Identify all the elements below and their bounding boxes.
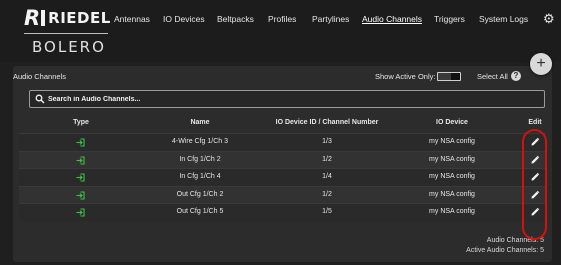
channel-type-icon	[76, 173, 85, 182]
edit-pencil-icon[interactable]	[530, 172, 540, 182]
device-channel-number: 1/2	[322, 155, 332, 163]
channel-type-icon	[76, 156, 85, 165]
channel-name: Out Cfg 1/Ch 5	[176, 208, 224, 216]
table-row[interactable]: In Cfg 1/Ch 2 1/2 my NSA config	[19, 150, 546, 169]
audio-channels-table: 4-Wire Cfg 1/Ch 3 1/3 my NSA config In Cfg …	[19, 133, 546, 221]
nav-system-logs[interactable]: System Logs	[479, 14, 528, 24]
nav-audio-channels[interactable]: Audio Channels	[362, 14, 422, 24]
io-device-name: my NSA config	[429, 138, 475, 145]
device-channel-number: 1/3	[322, 138, 332, 145]
channel-name: 4-Wire Cfg 1/Ch 3	[171, 138, 229, 145]
nav-beltpacks[interactable]: Beltpacks	[217, 14, 254, 24]
header-edit: Edit	[528, 119, 542, 126]
channel-type-icon	[76, 191, 85, 200]
header-io-device[interactable]: IO Device	[436, 119, 468, 126]
table-row[interactable]: 4-Wire Cfg 1/Ch 3 1/3 my NSA config	[19, 133, 546, 151]
nav-antennas[interactable]: Antennas	[114, 14, 150, 24]
channel-name: In Cfg 1/Ch 4	[179, 173, 221, 181]
header-device-channel[interactable]: IO Device ID / Channel Number	[276, 119, 379, 126]
table-row[interactable]: Out Cfg 1/Ch 5 1/5 my NSA config	[19, 203, 546, 221]
nav-io-devices[interactable]: IO Devices	[163, 14, 205, 24]
io-device-name: my NSA config	[429, 173, 475, 181]
add-audio-channel-button[interactable]: +	[530, 53, 552, 75]
header-name[interactable]: Name	[190, 119, 209, 126]
header-type[interactable]: Type	[73, 119, 89, 126]
riedel-bolero-logo: R RIEDEL BOLERO	[24, 6, 111, 56]
edit-pencil-icon[interactable]	[530, 137, 540, 147]
show-active-toggle[interactable]	[437, 72, 461, 81]
top-bar: R RIEDEL BOLERO Antennas IO Devices Belt…	[0, 0, 561, 62]
search-box	[29, 90, 545, 108]
nav-triggers[interactable]: Triggers	[434, 14, 465, 24]
channel-name: Out Cfg 1/Ch 2	[176, 190, 224, 198]
help-icon[interactable]: ?	[511, 71, 521, 81]
device-channel-number: 1/2	[322, 190, 332, 198]
audio-channels-panel: Audio Channels Show Active Only: Select …	[13, 66, 552, 262]
device-channel-number: 1/4	[322, 173, 332, 181]
channel-name: In Cfg 1/Ch 2	[179, 155, 221, 163]
device-channel-number: 1/5	[322, 208, 332, 216]
table-header: Type Name IO Device ID / Channel Number …	[13, 116, 552, 132]
product-name: BOLERO	[32, 38, 106, 56]
search-input[interactable]	[48, 92, 528, 106]
table-row[interactable]: Out Cfg 1/Ch 2 1/2 my NSA config	[19, 185, 546, 204]
channel-type-icon	[76, 208, 85, 217]
panel-title: Audio Channels	[13, 72, 66, 81]
gear-icon[interactable]: ⚙	[543, 12, 556, 25]
io-device-name: my NSA config	[429, 155, 475, 163]
table-row[interactable]: In Cfg 1/Ch 4 1/4 my NSA config	[19, 168, 546, 186]
select-all-label[interactable]: Select All	[477, 72, 508, 81]
show-active-label: Show Active Only:	[375, 72, 436, 81]
io-device-name: my NSA config	[429, 190, 475, 198]
nav-partylines[interactable]: Partylines	[312, 14, 349, 24]
edit-pencil-icon[interactable]	[530, 207, 540, 217]
nav-profiles[interactable]: Profiles	[268, 14, 296, 24]
search-icon	[35, 94, 45, 104]
channel-type-icon	[76, 138, 85, 147]
active-audio-channels-count: Active Audio Channels: 5	[466, 247, 544, 254]
edit-pencil-icon[interactable]	[530, 155, 540, 165]
io-device-name: my NSA config	[429, 208, 475, 216]
edit-pencil-icon[interactable]	[530, 190, 540, 200]
audio-channels-count: Audio Channels: 5	[486, 237, 544, 244]
